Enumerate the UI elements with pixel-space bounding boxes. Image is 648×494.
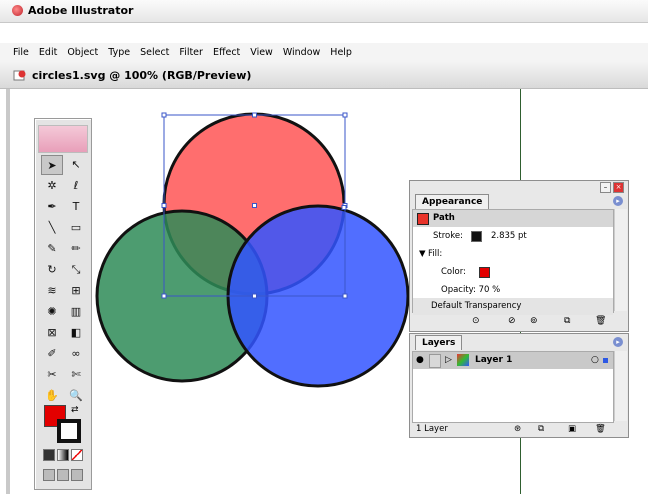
standard-screen-mode-icon[interactable]	[43, 469, 55, 481]
appearance-item-stroke[interactable]: Stroke: 2.835 pt	[413, 228, 613, 245]
clear-appearance-icon[interactable]: ⊘	[508, 316, 516, 326]
tab-appearance[interactable]: Appearance	[415, 194, 490, 209]
close-icon[interactable]: ×	[613, 182, 624, 193]
tools-panel: ➤ ↖ ✲ ℓ ✒ T ╲ ▭ ✎ ✏ ↻ ⤡ ≋ ⊞ ✺ ▥ ⊠ ◧ ✐ ∞ ✂ ✄ ✋ 🔍 ⇄	[34, 118, 92, 490]
tab-layers[interactable]: Layers	[415, 335, 463, 350]
gradient-mode-icon[interactable]	[57, 449, 69, 461]
selection-handle[interactable]	[342, 293, 348, 299]
layers-footer: 1 Layer ⊛ ⧉ ▣ 🗑	[410, 421, 628, 437]
column-graph-tool[interactable]: ▥	[65, 302, 87, 322]
gradient-tool[interactable]: ◧	[65, 323, 87, 343]
selection-handle[interactable]	[341, 205, 347, 210]
zoom-tool[interactable]: 🔍	[65, 386, 87, 406]
appearance-list: Path Stroke: 2.835 pt ▼ Fill: Color: Opa…	[412, 209, 614, 315]
delete-item-icon[interactable]: 🗑	[595, 316, 606, 326]
selection-tool[interactable]: ➤	[41, 155, 63, 175]
appearance-footer: ⊙ ⊘ ⊚ ⧉ 🗑	[410, 313, 628, 331]
type-tool[interactable]: T	[65, 197, 87, 217]
pencil-tool[interactable]: ✏	[65, 239, 87, 259]
swap-fill-stroke-icon[interactable]: ⇄	[71, 405, 79, 415]
layer-count: 1 Layer	[416, 424, 448, 434]
stroke-label: Stroke:	[433, 231, 463, 241]
delete-layer-icon[interactable]: 🗑	[595, 421, 606, 437]
slice-tool[interactable]: ✂	[41, 365, 63, 385]
rotate-tool[interactable]: ↻	[41, 260, 63, 280]
appearance-scrollbar[interactable]	[614, 209, 627, 311]
mesh-tool[interactable]: ⊠	[41, 323, 63, 343]
stroke-color-swatch	[471, 231, 482, 242]
selection-handle[interactable]	[252, 293, 257, 299]
blend-tool[interactable]: ∞	[65, 344, 87, 364]
paintbrush-tool[interactable]: ✎	[41, 239, 63, 259]
appearance-item-opacity[interactable]: Opacity: 70 %	[413, 282, 613, 299]
lasso-tool[interactable]: ℓ	[65, 176, 87, 196]
layers-scrollbar[interactable]	[614, 351, 627, 421]
layers-panel: Layers ▸ ● ▷ Layer 1 ○ 1 Layer ⊛ ⧉ ▣ 🗑	[409, 333, 629, 438]
eyedropper-tool[interactable]: ✐	[41, 344, 63, 364]
reduce-to-basic-icon[interactable]: ⊚	[530, 316, 538, 326]
visibility-eye-icon[interactable]: ●	[416, 352, 424, 369]
new-art-basic-appearance-icon[interactable]: ⊙	[472, 316, 480, 326]
make-clipping-mask-icon[interactable]: ⊛	[514, 421, 521, 437]
layer-name[interactable]: Layer 1	[475, 352, 512, 369]
new-layer-icon[interactable]: ▣	[568, 421, 576, 437]
scissors-tool[interactable]: ✄	[65, 365, 87, 385]
appearance-panel: – × Appearance ▸ Path Stroke: 2.835 pt ▼…	[409, 180, 629, 332]
pen-tool[interactable]: ✒	[41, 197, 63, 217]
hand-tool[interactable]: ✋	[41, 386, 63, 406]
rectangle-tool[interactable]: ▭	[65, 218, 87, 238]
path-label: Path	[433, 213, 455, 223]
panel-menu-icon[interactable]: ▸	[613, 196, 623, 206]
disclosure-triangle-icon[interactable]: ▼	[419, 246, 426, 263]
flower-logo	[38, 125, 88, 153]
panel-window-bar: – ×	[410, 181, 628, 193]
create-sublayer-icon[interactable]: ⧉	[538, 421, 544, 437]
expand-layer-icon[interactable]: ▷	[445, 352, 452, 369]
layer-thumbnail-icon	[457, 354, 469, 366]
layers-menu-icon[interactable]: ▸	[613, 337, 623, 347]
fill-color-swatch	[479, 267, 490, 278]
appearance-item-color[interactable]: Color:	[413, 264, 613, 281]
duplicate-item-icon[interactable]: ⧉	[564, 316, 570, 326]
warp-tool[interactable]: ≋	[41, 281, 63, 301]
magic-wand-tool[interactable]: ✲	[41, 176, 63, 196]
selection-indicator-icon[interactable]	[603, 358, 608, 363]
selection-handle[interactable]	[161, 203, 167, 208]
none-mode-icon[interactable]	[71, 449, 83, 461]
color-mode-icon[interactable]	[43, 449, 55, 461]
full-screen-menu-mode-icon[interactable]	[57, 469, 69, 481]
opacity-label: Opacity: 70 %	[441, 285, 501, 295]
layer-row[interactable]: ● ▷ Layer 1 ○	[413, 352, 613, 369]
selection-handle[interactable]	[161, 112, 167, 118]
selection-handle[interactable]	[252, 203, 257, 208]
line-tool[interactable]: ╲	[41, 218, 63, 238]
selection-handle[interactable]	[252, 112, 257, 118]
minimize-icon[interactable]: –	[600, 182, 611, 193]
direct-selection-tool[interactable]: ↖	[65, 155, 87, 175]
lock-toggle-icon[interactable]	[429, 354, 441, 368]
path-swatch-icon	[417, 213, 429, 225]
appearance-item-path[interactable]: Path	[413, 210, 613, 227]
free-transform-tool[interactable]: ⊞	[65, 281, 87, 301]
full-screen-mode-icon[interactable]	[71, 469, 83, 481]
target-icon[interactable]: ○	[591, 352, 599, 369]
color-label: Color:	[441, 267, 466, 277]
layers-list: ● ▷ Layer 1 ○	[412, 351, 614, 423]
selection-handle[interactable]	[342, 112, 348, 118]
scale-tool[interactable]: ⤡	[65, 260, 87, 280]
stroke-value: 2.835 pt	[491, 231, 527, 241]
symbol-sprayer-tool[interactable]: ✺	[41, 302, 63, 322]
stroke-color-swatch[interactable]	[57, 419, 81, 443]
appearance-item-fill[interactable]: ▼ Fill:	[413, 246, 613, 263]
fill-label: Fill:	[428, 249, 443, 259]
selection-handle[interactable]	[161, 293, 167, 299]
